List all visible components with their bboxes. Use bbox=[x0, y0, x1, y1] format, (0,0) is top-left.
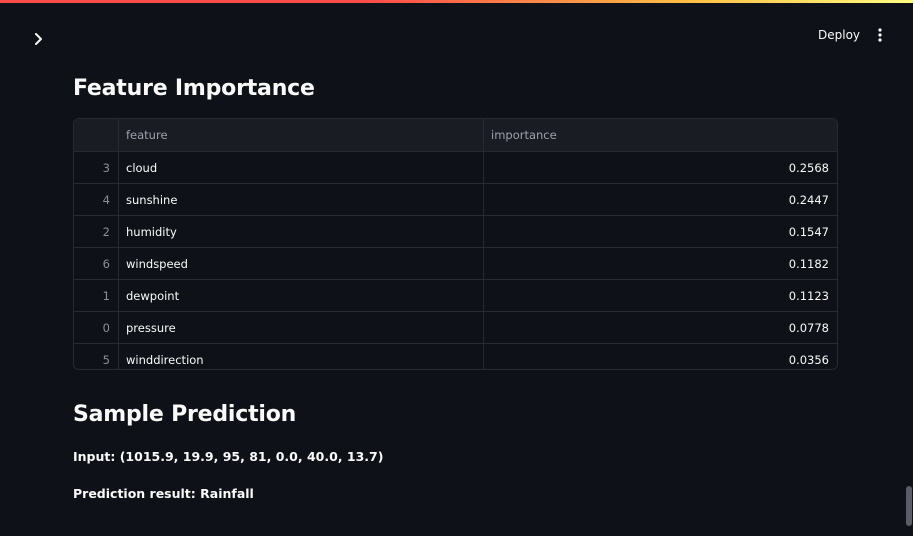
table-row[interactable]: 3 cloud 0.2568 bbox=[74, 151, 837, 183]
top-decoration-bar bbox=[0, 0, 913, 3]
deploy-button[interactable]: Deploy bbox=[810, 25, 868, 45]
table-header-row: feature importance bbox=[74, 119, 837, 151]
sample-prediction-title: Sample Prediction bbox=[73, 402, 297, 427]
feature-cell[interactable]: cloud bbox=[119, 152, 484, 183]
importance-cell[interactable]: 0.1547 bbox=[484, 216, 837, 247]
main-menu-button[interactable] bbox=[870, 25, 890, 45]
importance-cell[interactable]: 0.0356 bbox=[484, 344, 837, 369]
feature-cell[interactable]: humidity bbox=[119, 216, 484, 247]
table-row[interactable]: 6 windspeed 0.1182 bbox=[74, 247, 837, 279]
importance-cell[interactable]: 0.1123 bbox=[484, 280, 837, 311]
feature-cell[interactable]: pressure bbox=[119, 312, 484, 343]
table-row[interactable]: 5 winddirection 0.0356 bbox=[74, 343, 837, 369]
row-index: 0 bbox=[74, 312, 119, 343]
row-index: 6 bbox=[74, 248, 119, 279]
chevron-right-icon bbox=[35, 33, 42, 45]
row-index: 5 bbox=[74, 344, 119, 369]
feature-cell[interactable]: windspeed bbox=[119, 248, 484, 279]
row-index: 1 bbox=[74, 280, 119, 311]
column-header-feature[interactable]: feature bbox=[119, 119, 484, 151]
table-row[interactable]: 4 sunshine 0.2447 bbox=[74, 183, 837, 215]
importance-cell[interactable]: 0.0778 bbox=[484, 312, 837, 343]
more-vertical-icon bbox=[878, 28, 882, 42]
feature-cell[interactable]: dewpoint bbox=[119, 280, 484, 311]
row-index: 2 bbox=[74, 216, 119, 247]
column-header-importance[interactable]: importance bbox=[484, 119, 837, 151]
table-row[interactable]: 2 humidity 0.1547 bbox=[74, 215, 837, 247]
prediction-input-text: Input: (1015.9, 19.9, 95, 81, 0.0, 40.0,… bbox=[73, 449, 384, 464]
feature-importance-title: Feature Importance bbox=[73, 76, 315, 101]
importance-cell[interactable]: 0.1182 bbox=[484, 248, 837, 279]
feature-cell[interactable]: sunshine bbox=[119, 184, 484, 215]
prediction-result-text: Prediction result: Rainfall bbox=[73, 486, 254, 501]
column-header-index[interactable] bbox=[74, 119, 119, 151]
feature-importance-table[interactable]: feature importance 3 cloud 0.2568 4 suns… bbox=[73, 118, 838, 370]
page-scrollbar-thumb[interactable] bbox=[906, 486, 912, 526]
row-index: 3 bbox=[74, 152, 119, 183]
sidebar-toggle-button[interactable] bbox=[28, 29, 50, 49]
table-row[interactable]: 0 pressure 0.0778 bbox=[74, 311, 837, 343]
importance-cell[interactable]: 0.2568 bbox=[484, 152, 837, 183]
table-row[interactable]: 1 dewpoint 0.1123 bbox=[74, 279, 837, 311]
importance-cell[interactable]: 0.2447 bbox=[484, 184, 837, 215]
feature-cell[interactable]: winddirection bbox=[119, 344, 484, 369]
row-index: 4 bbox=[74, 184, 119, 215]
